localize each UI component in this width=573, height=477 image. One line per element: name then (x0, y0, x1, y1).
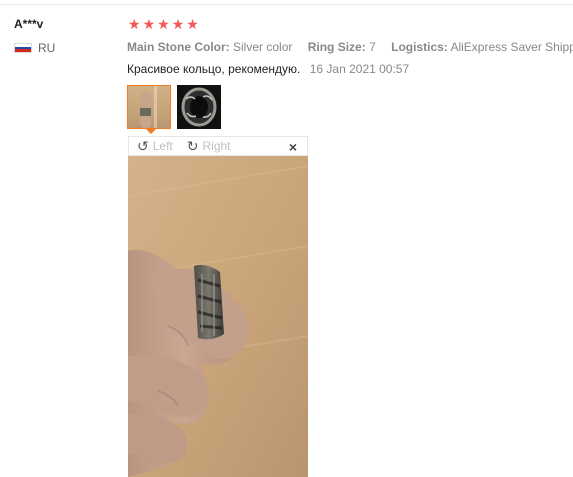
reviewer-name: A***v (14, 17, 44, 31)
viewer-toolbar: ↺ Left ↻ Right × (128, 136, 308, 156)
close-icon[interactable]: × (289, 139, 297, 155)
attr-value: Silver color (233, 40, 293, 54)
attr-ring-size: Ring Size: 7 (308, 40, 379, 54)
star-icon: ★ (186, 16, 199, 32)
star-rating: ★ ★ ★ ★ ★ (128, 17, 199, 31)
rotate-left-label: Left (152, 139, 173, 153)
top-divider (0, 4, 573, 5)
attr-key: Main Stone Color: (127, 40, 230, 54)
russia-flag-icon (14, 43, 32, 53)
star-icon: ★ (142, 16, 156, 32)
country-code: RU (38, 41, 56, 55)
attr-key: Logistics: (391, 40, 448, 54)
star-icon: ★ (157, 16, 170, 32)
rotate-left-button[interactable]: ↺ Left (137, 139, 173, 153)
review-photo-large[interactable] (128, 156, 308, 477)
rotate-right-icon: ↻ (186, 138, 199, 154)
photo-viewer: ↺ Left ↻ Right × (128, 136, 308, 477)
review-date: 16 Jan 2021 00:57 (309, 62, 410, 76)
attr-key: Ring Size: (307, 40, 366, 54)
rotate-right-button[interactable]: ↻ Right (187, 139, 231, 153)
rotate-right-label: Right (202, 139, 231, 153)
review-thumbnails (127, 85, 221, 129)
thumbnail-photo-2[interactable] (177, 85, 221, 129)
star-icon: ★ (128, 16, 141, 32)
review-text: Красивое кольцо, рекомендую. (127, 62, 301, 76)
thumbnail-ring-image (181, 87, 217, 127)
reviewer-country: RU (14, 41, 55, 55)
thumbnail-photo-1[interactable] (127, 85, 171, 129)
star-icon: ★ (171, 16, 185, 32)
rotate-left-icon: ↺ (137, 138, 149, 154)
active-thumbnail-caret (146, 129, 156, 134)
attr-value: AliExpress Saver Shipping (450, 40, 573, 54)
attr-logistics: Logistics: AliExpress Saver Shipping (391, 40, 573, 54)
attr-value: 7 (369, 40, 376, 54)
review-body: Красивое кольцо, рекомендую. 16 Jan 2021… (127, 62, 409, 76)
order-attributes: Main Stone Color: Silver color Ring Size… (127, 40, 573, 54)
thumbnail-finger-image (140, 86, 157, 128)
attr-main-stone-color: Main Stone Color: Silver color (127, 40, 296, 54)
